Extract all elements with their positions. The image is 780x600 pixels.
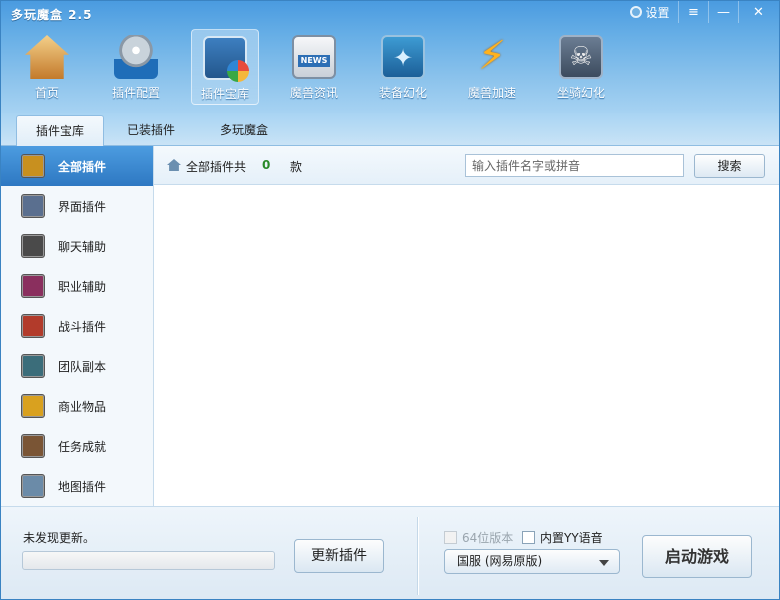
sidebar-item-raid-dungeon[interactable]: 团队副本 [1, 346, 153, 386]
update-status-text: 未发现更新。 [23, 531, 96, 545]
sidebar-item-label: 地图插件 [58, 479, 107, 494]
all-plugins-icon [21, 154, 45, 178]
sidebar-item-quest-achievement[interactable]: 任务成就 [1, 426, 153, 466]
gear-icon [630, 6, 643, 18]
map-plugins-icon [21, 474, 45, 498]
checkbox-64bit[interactable]: 64位版本 [444, 529, 513, 546]
toolbar-equipment-transmog[interactable]: 装备幻化 [369, 29, 437, 105]
checkbox-box [522, 531, 535, 544]
sidebar-item-label: 聊天辅助 [58, 239, 107, 254]
quest-achievement-icon [21, 434, 45, 458]
home-icon [25, 35, 69, 79]
ui-plugins-icon [21, 194, 45, 218]
toolbar-label: 插件配置 [111, 86, 160, 100]
plugin-list-header: 全部插件共 0 款 搜索 [154, 146, 779, 185]
close-button[interactable]: ✕ [738, 1, 778, 23]
sidebar-item-label: 职业辅助 [58, 279, 107, 294]
plugin-config-icon [114, 35, 158, 79]
home-icon [167, 159, 181, 171]
mount-transmog-icon [559, 35, 603, 79]
class-helper-icon [21, 274, 45, 298]
sidebar-item-label: 任务成就 [58, 439, 107, 454]
toolbar-label: 魔兽资讯 [289, 86, 338, 100]
toolbar-mount-transmog[interactable]: 坐骑幻化 [547, 29, 615, 105]
sidebar-item-map-plugins[interactable]: 地图插件 [1, 466, 153, 506]
toolbar-plugin-library[interactable]: 插件宝库 [191, 29, 259, 105]
launch-game-button[interactable]: 启动游戏 [642, 535, 752, 578]
sidebar-item-chat-helper[interactable]: 聊天辅助 [1, 226, 153, 266]
settings-button[interactable]: 设置 [625, 1, 675, 23]
minimize-button[interactable]: — [708, 1, 738, 23]
sidebar-item-label: 界面插件 [58, 199, 107, 214]
settings-label: 设置 [645, 5, 670, 20]
toolbar-plugin-config[interactable]: 插件配置 [102, 29, 170, 105]
plugin-list-panel: 全部插件共 0 款 搜索 [154, 146, 779, 506]
raid-dungeon-icon [21, 354, 45, 378]
checkbox-yy-voice[interactable]: 内置YY语音 [522, 529, 603, 546]
toolbar-label: 装备幻化 [378, 86, 427, 100]
chat-helper-icon [21, 234, 45, 258]
combat-plugins-icon [21, 314, 45, 338]
title-toolbar-area: 多玩魔盒 2.5 设置 ≡ — ✕ 首页 插件配置 插件宝库 NEWS 魔兽资讯… [1, 1, 779, 113]
toolbar-label: 魔兽加速 [467, 86, 516, 100]
checkbox-box [444, 531, 457, 544]
sidebar-item-all-plugins[interactable]: 全部插件 [1, 146, 153, 186]
update-progress-bar [22, 551, 275, 570]
toolbar-speed-boost[interactable]: 魔兽加速 [458, 29, 526, 105]
toolbar-label: 坐骑幻化 [556, 86, 605, 100]
sidebar-item-class-helper[interactable]: 职业辅助 [1, 266, 153, 306]
checkbox-yy-voice-label: 内置YY语音 [540, 531, 603, 545]
search-input[interactable] [465, 154, 684, 177]
menu-button[interactable]: ≡ [678, 1, 708, 23]
update-plugins-button[interactable]: 更新插件 [294, 539, 384, 573]
sidebar-item-label: 团队副本 [58, 359, 107, 374]
sidebar-item-label: 全部插件 [58, 159, 107, 174]
speed-boost-icon [470, 33, 514, 79]
plugin-library-icon [203, 36, 249, 82]
sidebar-item-label: 战斗插件 [58, 319, 107, 334]
toolbar-home[interactable]: 首页 [13, 29, 81, 105]
app-window: 多玩魔盒 2.5 设置 ≡ — ✕ 首页 插件配置 插件宝库 NEWS 魔兽资讯… [0, 0, 780, 600]
menu-icon: ≡ [688, 4, 699, 20]
equipment-transmog-icon [381, 35, 425, 79]
minimize-icon: — [717, 4, 730, 20]
plugin-count: 0 [262, 158, 271, 172]
close-icon: ✕ [753, 4, 764, 20]
header-suffix: 款 [290, 160, 303, 174]
app-title: 多玩魔盒 2.5 [11, 8, 93, 22]
toolbar-news[interactable]: 魔兽资讯 [280, 29, 348, 105]
tab-bar: 插件宝库 已装插件 多玩魔盒 [1, 113, 779, 146]
checkbox-64bit-label: 64位版本 [462, 531, 514, 545]
toolbar-label: 首页 [34, 86, 59, 100]
tab-installed-plugins[interactable]: 已装插件 [107, 115, 195, 146]
header-prefix: 全部插件共 [186, 160, 247, 174]
main-toolbar: 首页 插件配置 插件宝库 魔兽资讯 装备幻化 魔兽加速 [1, 29, 779, 107]
tab-duowan-mohe[interactable]: 多玩魔盒 [200, 115, 288, 146]
bottom-divider [417, 517, 418, 595]
category-sidebar: 全部插件 界面插件 聊天辅助 职业辅助 战斗插件 团队副本 商业物品 任务成就 [1, 146, 154, 506]
bottom-panel: 未发现更新。 更新插件 64位版本 内置YY语音 国服 (网易原版) 启动游戏 [1, 506, 779, 599]
sidebar-item-combat-plugins[interactable]: 战斗插件 [1, 306, 153, 346]
toolbar-label: 插件宝库 [200, 87, 249, 101]
sidebar-item-ui-plugins[interactable]: 界面插件 [1, 186, 153, 226]
search-button[interactable]: 搜索 [694, 154, 765, 178]
server-select[interactable]: 国服 (网易原版) [444, 549, 620, 574]
trade-items-icon [21, 394, 45, 418]
news-icon [292, 35, 336, 79]
sidebar-item-trade-items[interactable]: 商业物品 [1, 386, 153, 426]
server-select-value: 国服 (网易原版) [457, 554, 543, 568]
chevron-down-icon [599, 560, 609, 566]
tab-plugin-library[interactable]: 插件宝库 [16, 115, 104, 146]
sidebar-item-label: 商业物品 [58, 399, 107, 414]
